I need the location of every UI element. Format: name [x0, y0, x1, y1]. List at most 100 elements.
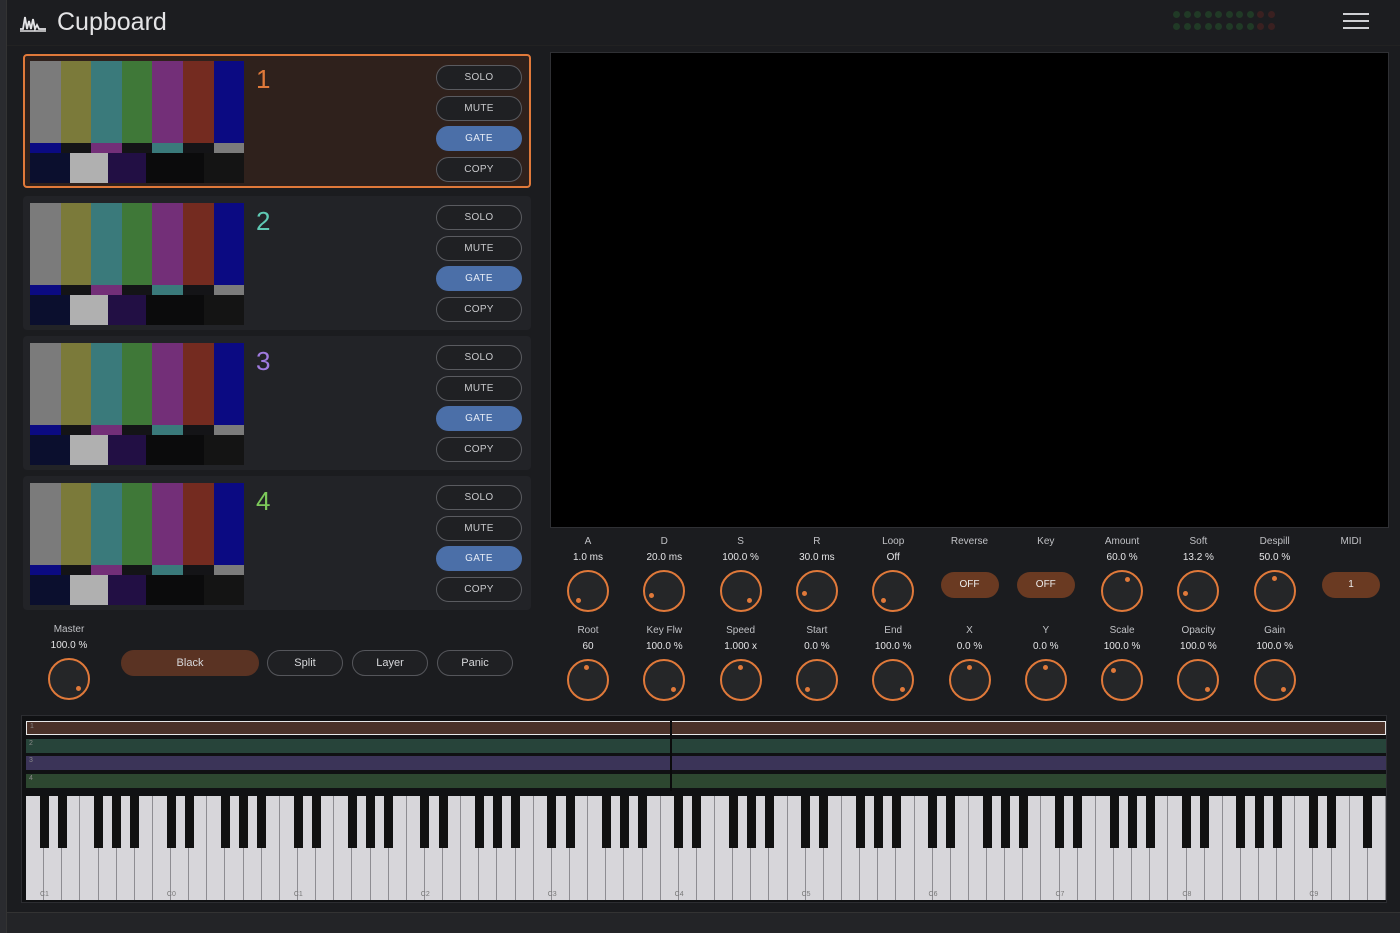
split-button[interactable]: Split — [267, 650, 343, 676]
black-key[interactable] — [94, 796, 104, 848]
knob[interactable] — [567, 659, 609, 701]
mute-button[interactable]: MUTE — [436, 235, 522, 261]
black-key[interactable] — [184, 796, 194, 848]
solo-button[interactable]: SOLO — [436, 205, 522, 230]
master-knob[interactable] — [48, 658, 90, 700]
split-point[interactable] — [670, 721, 672, 791]
knob[interactable] — [1253, 659, 1296, 701]
black-key[interactable] — [819, 796, 829, 848]
black-key[interactable] — [1200, 796, 1210, 848]
gate-button[interactable]: GATE — [436, 126, 522, 151]
knob[interactable] — [1177, 570, 1220, 612]
black-key[interactable] — [801, 796, 811, 848]
black-key[interactable] — [855, 796, 865, 848]
solo-button[interactable]: SOLO — [436, 345, 522, 370]
black-key[interactable] — [1327, 796, 1337, 848]
knob[interactable] — [872, 659, 915, 701]
black-key[interactable] — [39, 796, 49, 848]
lane-1[interactable]: 1 — [26, 721, 1386, 735]
black-key[interactable] — [982, 796, 992, 848]
black-key[interactable] — [601, 796, 611, 848]
mute-button[interactable]: MUTE — [436, 375, 522, 401]
black-key[interactable] — [1000, 796, 1010, 848]
panic-button[interactable]: Panic — [437, 650, 513, 676]
channel-2[interactable]: 2 SOLO MUTE GATE COPY — [23, 196, 531, 330]
black-key[interactable] — [746, 796, 756, 848]
black-key[interactable] — [438, 796, 448, 848]
lane-3[interactable]: 3 — [26, 756, 1386, 770]
lane-4[interactable]: 4 — [26, 773, 1386, 788]
mute-button[interactable]: MUTE — [436, 95, 522, 121]
knob[interactable] — [643, 659, 686, 701]
knob[interactable] — [1101, 659, 1144, 701]
black-key[interactable] — [565, 796, 575, 848]
black-key[interactable] — [1272, 796, 1282, 848]
solo-button[interactable]: SOLO — [436, 485, 522, 510]
knob[interactable] — [1253, 570, 1296, 612]
gate-button[interactable]: GATE — [436, 406, 522, 431]
black-key[interactable] — [293, 796, 303, 848]
copy-button[interactable]: COPY — [436, 296, 522, 322]
piano-keyboard[interactable]: C1 C0 C1 C2 C3 C4 C5 C6 C7 C8 C9 — [26, 796, 1386, 900]
black-key[interactable] — [674, 796, 684, 848]
black-key[interactable] — [728, 796, 738, 848]
knob[interactable] — [1101, 570, 1144, 612]
black-key[interactable] — [420, 796, 430, 848]
black-key[interactable] — [1073, 796, 1083, 848]
hamburger-menu-icon[interactable] — [1343, 13, 1369, 31]
black-key[interactable] — [1254, 796, 1264, 848]
channel-1[interactable]: 1 SOLO MUTE GATE COPY — [23, 54, 531, 188]
toggle-button[interactable]: OFF — [1016, 572, 1075, 598]
black-key[interactable] — [166, 796, 176, 848]
black-key[interactable] — [1236, 796, 1246, 848]
black-key[interactable] — [130, 796, 140, 848]
black-key[interactable] — [220, 796, 230, 848]
black-key[interactable] — [1127, 796, 1137, 848]
black-key[interactable] — [547, 796, 557, 848]
black-key[interactable] — [257, 796, 267, 848]
toggle-button[interactable]: OFF — [940, 572, 999, 598]
knob[interactable] — [719, 659, 762, 701]
black-key[interactable] — [873, 796, 883, 848]
knob[interactable] — [948, 659, 991, 701]
black-key[interactable] — [1109, 796, 1119, 848]
black-key[interactable] — [347, 796, 357, 848]
black-key[interactable] — [492, 796, 502, 848]
copy-button[interactable]: COPY — [436, 576, 522, 602]
black-key[interactable] — [112, 796, 122, 848]
knob[interactable] — [872, 570, 915, 612]
copy-button[interactable]: COPY — [436, 156, 522, 182]
mute-button[interactable]: MUTE — [436, 515, 522, 541]
gate-button[interactable]: GATE — [436, 266, 522, 291]
knob[interactable] — [1177, 659, 1220, 701]
toggle-button[interactable]: 1 — [1322, 572, 1380, 598]
black-key[interactable] — [1182, 796, 1192, 848]
black-key[interactable] — [692, 796, 702, 848]
solo-button[interactable]: SOLO — [436, 65, 522, 90]
black-key[interactable] — [1363, 796, 1373, 848]
black-key[interactable] — [1018, 796, 1028, 848]
black-key[interactable] — [57, 796, 67, 848]
channel-3[interactable]: 3 SOLO MUTE GATE COPY — [23, 336, 531, 470]
black-key[interactable] — [764, 796, 774, 848]
black-key[interactable] — [946, 796, 956, 848]
black-key[interactable] — [619, 796, 629, 848]
knob[interactable] — [1024, 659, 1067, 701]
black-key[interactable] — [311, 796, 321, 848]
black-key[interactable] — [928, 796, 938, 848]
black-key[interactable] — [474, 796, 484, 848]
black-key[interactable] — [239, 796, 249, 848]
channel-4[interactable]: 4 SOLO MUTE GATE COPY — [23, 476, 531, 610]
black-button[interactable]: Black — [121, 650, 259, 676]
knob[interactable] — [719, 570, 762, 612]
knob[interactable] — [567, 570, 609, 612]
black-key[interactable] — [1145, 796, 1155, 848]
black-key[interactable] — [1308, 796, 1318, 848]
knob[interactable] — [643, 570, 686, 612]
knob[interactable] — [795, 570, 838, 612]
black-key[interactable] — [638, 796, 648, 848]
layer-button[interactable]: Layer — [352, 650, 428, 676]
black-key[interactable] — [511, 796, 521, 848]
black-key[interactable] — [1055, 796, 1065, 848]
lane-2[interactable]: 2 — [26, 738, 1386, 753]
